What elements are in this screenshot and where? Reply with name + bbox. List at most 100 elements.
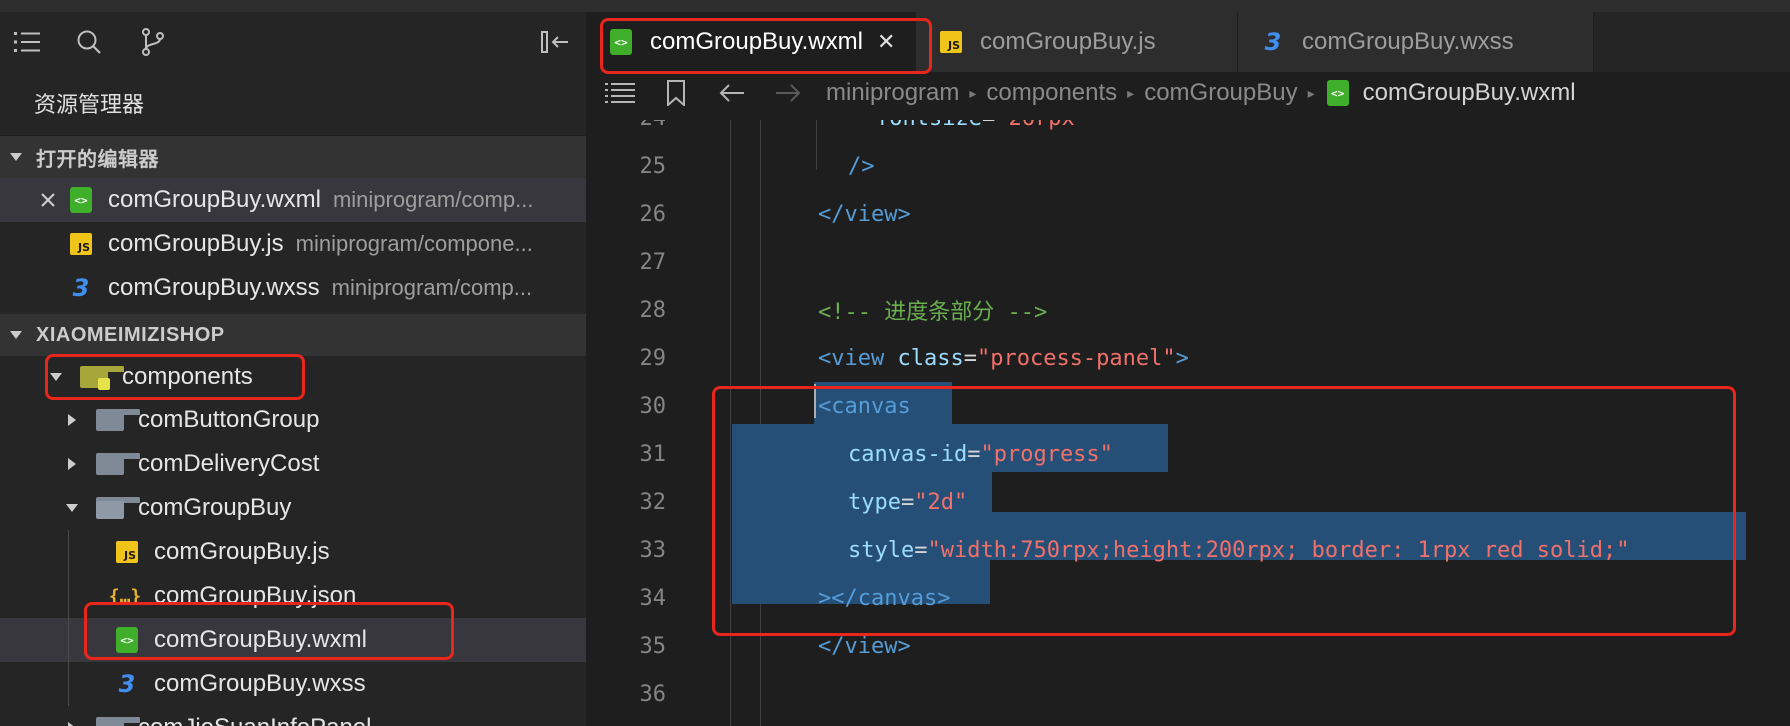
open-editors-header[interactable]: 打开的编辑器 — [0, 136, 586, 178]
css-file-icon: 3 — [118, 670, 136, 698]
tree-file-wxss[interactable]: 3 comGroupBuy.wxss — [0, 662, 586, 706]
code-line: 27 — [586, 238, 1790, 286]
tree-folder-components[interactable]: components — [0, 356, 586, 398]
tree-folder-comjiesuaninfopanel[interactable]: comJieSuanInfoPanel — [0, 706, 586, 726]
code-tag: /> — [848, 153, 875, 179]
indent-guide — [68, 618, 69, 662]
editor-tabs: <> comGroupBuy.wxml ✕ JS comGroupBuy.js … — [586, 12, 1790, 72]
code-line: 25 /> — [586, 142, 1790, 190]
bookmark-icon[interactable] — [658, 78, 694, 108]
close-icon[interactable] — [36, 188, 60, 212]
code-punct: = — [963, 345, 977, 371]
code-line: 28 <!-- 进度条部分 --> — [586, 286, 1790, 334]
outline-list-icon[interactable] — [602, 78, 638, 108]
breadcrumb-item[interactable]: components — [986, 79, 1117, 107]
list-icon[interactable] — [12, 27, 42, 57]
line-number: 36 — [639, 681, 667, 707]
chevron-down-icon — [10, 331, 22, 339]
open-editor-wxml[interactable]: <> comGroupBuy.wxml miniprogram/comp... — [0, 178, 586, 222]
collapse-panel-icon[interactable] — [540, 27, 570, 57]
indent-guide — [68, 530, 69, 574]
line-number: 25 — [639, 153, 667, 179]
code-tag: </view> — [818, 201, 911, 227]
tree-item-label: comDeliveryCost — [138, 450, 320, 477]
tab-wxml[interactable]: <> comGroupBuy.wxml ✕ — [586, 12, 916, 72]
json-file-icon: {…} — [108, 585, 142, 607]
tree-item-label: comGroupBuy.json — [154, 582, 357, 609]
code-line: 31 canvas-id="progress" — [586, 430, 1790, 478]
project-name: XIAOMEIMIZISHOP — [36, 323, 225, 346]
open-editor-path: miniprogram/compone... — [295, 231, 533, 256]
chevron-right-icon — [68, 722, 76, 726]
chevron-right-icon — [68, 458, 76, 470]
line-number: 29 — [639, 345, 667, 371]
search-icon[interactable] — [74, 27, 104, 57]
tree-item-label: comButtonGroup — [138, 406, 320, 433]
tree-file-json[interactable]: {…} comGroupBuy.json — [0, 574, 586, 618]
tree-folder-combuttongroup[interactable]: comButtonGroup — [0, 398, 586, 442]
open-editor-filename: comGroupBuy.wxml — [108, 186, 321, 213]
code-tag: <view — [818, 345, 885, 371]
tab-label: comGroupBuy.wxss — [1302, 28, 1514, 55]
breadcrumb-item[interactable]: miniprogram — [826, 79, 959, 107]
code-attr: class — [897, 345, 964, 371]
open-editor-wxss[interactable]: 3 comGroupBuy.wxss miniprogram/comp... — [0, 266, 586, 310]
code-tag: > — [1175, 345, 1189, 371]
tab-label: comGroupBuy.js — [980, 28, 1156, 55]
line-number: 35 — [639, 633, 667, 659]
code-line: 24 fontsize="26rpx" — [586, 120, 1790, 142]
line-number: 27 — [639, 249, 667, 275]
indent-guide — [68, 574, 69, 618]
line-number: 32 — [639, 489, 667, 515]
tree-file-wxml[interactable]: <> comGroupBuy.wxml — [0, 618, 586, 662]
line-number: 33 — [639, 537, 667, 563]
line-number: 24 — [586, 120, 682, 131]
close-icon[interactable]: ✕ — [877, 29, 895, 55]
breadcrumb-file-label: comGroupBuy.wxml — [1362, 79, 1576, 106]
tab-wxss[interactable]: 3 comGroupBuy.wxss — [1238, 12, 1594, 72]
tree-folder-comdeliverycost[interactable]: comDeliveryCost — [0, 442, 586, 486]
breadcrumb-item[interactable]: comGroupBuy — [1144, 79, 1297, 107]
breadcrumb-current-file[interactable]: <> comGroupBuy.wxml — [1325, 79, 1576, 107]
code-punct: = — [914, 537, 928, 563]
wxml-file-icon: <> — [114, 627, 140, 653]
code-editor[interactable]: 24 fontsize="26rpx" 25 /> 26 </view> 27 … — [586, 120, 1790, 726]
js-file-icon: JS — [114, 539, 140, 565]
editor-area: <> comGroupBuy.wxml ✕ JS comGroupBuy.js … — [586, 12, 1790, 726]
code-string: "26rpx" — [995, 120, 1088, 131]
indent-guide — [68, 662, 69, 706]
css-file-icon: 3 — [72, 274, 90, 302]
line-number: 26 — [639, 201, 667, 227]
code-line: 26 </view> — [586, 190, 1790, 238]
project-header[interactable]: XIAOMEIMIZISHOP — [0, 314, 586, 356]
tab-js[interactable]: JS comGroupBuy.js — [916, 12, 1238, 72]
code-attr: style — [848, 537, 915, 563]
forward-arrow-icon[interactable] — [770, 78, 806, 108]
open-editors-label: 打开的编辑器 — [36, 148, 159, 171]
code-comment: <!-- 进度条部分 --> — [818, 300, 1048, 325]
code-line: 35 </view> — [586, 622, 1790, 670]
code-string: "2d" — [914, 489, 968, 515]
back-arrow-icon[interactable] — [714, 78, 750, 108]
source-control-icon[interactable] — [138, 27, 168, 57]
open-editor-js[interactable]: JS comGroupBuy.js miniprogram/compone... — [0, 222, 586, 266]
tree-item-label: comJieSuanInfoPanel — [138, 714, 371, 726]
wxml-file-icon: <> — [68, 187, 94, 213]
chevron-right-icon: ▸ — [969, 84, 977, 101]
code-string: "process-panel" — [976, 345, 1176, 371]
code-line: 30 <canvas — [586, 382, 1790, 430]
explorer-sidebar: 资源管理器 打开的编辑器 <> comGroupBuy.wxml minipro… — [0, 12, 586, 726]
tree-folder-comgroupbuy[interactable]: comGroupBuy — [0, 486, 586, 530]
components-folder-icon — [80, 366, 125, 390]
tabs-empty-area — [1594, 12, 1790, 72]
code-line: 36 — [586, 670, 1790, 718]
code-line: 34 ></canvas> — [586, 574, 1790, 622]
chevron-right-icon: ▸ — [1127, 84, 1135, 101]
chevron-down-icon — [50, 373, 62, 381]
code-string: "width:750rpx;height:200rpx; border: 1rp… — [927, 537, 1630, 563]
line-number: 34 — [639, 585, 667, 611]
tree-item-label: comGroupBuy — [138, 494, 292, 521]
js-file-icon: JS — [938, 29, 964, 55]
tree-file-js[interactable]: JS comGroupBuy.js — [0, 530, 586, 574]
tree-item-label: comGroupBuy.wxss — [154, 670, 366, 697]
